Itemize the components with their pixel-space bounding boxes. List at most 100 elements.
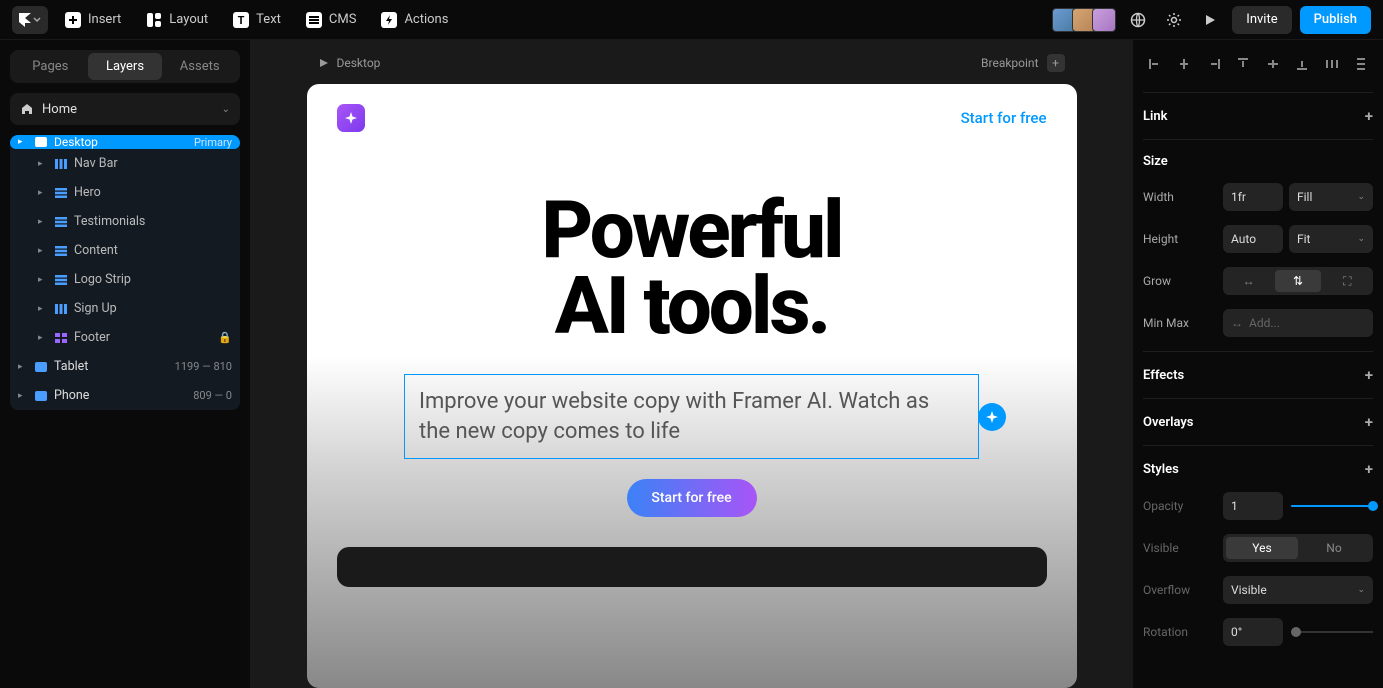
align-top-icon[interactable] — [1233, 54, 1253, 74]
layer-row[interactable]: ▸DesktopPrimary — [10, 135, 240, 149]
add-link-button[interactable]: + — [1365, 107, 1373, 125]
hero-title: Powerful AI tools. — [337, 192, 1047, 344]
distribute-h-icon[interactable] — [1322, 54, 1342, 74]
layer-row[interactable]: ▸Footer🔒 — [10, 323, 240, 352]
effects-section: Effects+ — [1143, 366, 1373, 384]
distribute-v-icon[interactable] — [1351, 54, 1371, 74]
sparkle-icon — [985, 410, 999, 424]
rotation-input[interactable]: 0° — [1223, 618, 1283, 646]
opacity-slider[interactable] — [1291, 505, 1373, 507]
layer-tree: ▸DesktopPrimary▸Nav Bar▸Hero▸Testimonial… — [10, 135, 240, 410]
topbar: Insert Layout T Text CMS Actions Invite … — [0, 0, 1383, 40]
gear-icon — [1166, 12, 1182, 28]
grow-both-icon[interactable]: ⛶ — [1325, 270, 1370, 292]
layer-row[interactable]: ▸Content — [10, 236, 240, 265]
plus-icon — [64, 11, 82, 29]
add-breakpoint-button[interactable]: + — [1047, 54, 1065, 72]
overflow-select[interactable]: Visible⌄ — [1223, 576, 1373, 604]
left-panel: Pages Layers Assets Home ⌄ ▸DesktopPrima… — [0, 40, 250, 688]
viewport-bar: Desktop Breakpoint + — [307, 48, 1077, 78]
lightning-icon — [380, 11, 398, 29]
layer-row[interactable]: ▸Logo Strip — [10, 265, 240, 294]
home-icon — [20, 102, 34, 116]
tab-pages[interactable]: Pages — [13, 53, 88, 80]
layer-row[interactable]: ▸Sign Up — [10, 294, 240, 323]
rotation-slider[interactable] — [1291, 631, 1373, 633]
layout-icon — [145, 11, 163, 29]
minmax-row: Min Max ↔Add... — [1143, 309, 1373, 337]
panel-tabs: Pages Layers Assets — [10, 50, 240, 83]
canvas[interactable]: Desktop Breakpoint + Start for free Powe… — [250, 40, 1133, 688]
visible-toggle: Yes No — [1223, 534, 1373, 562]
width-input[interactable]: 1fr — [1223, 183, 1283, 211]
desktop-frame[interactable]: Start for free Powerful AI tools. Improv… — [307, 84, 1077, 688]
grow-buttons: ↔ ⇅ ⛶ — [1223, 267, 1373, 295]
overflow-row: Overflow Visible⌄ — [1143, 576, 1373, 604]
nav-cta[interactable]: Start for free — [961, 109, 1047, 127]
width-mode-select[interactable]: Fill⌄ — [1289, 183, 1373, 211]
add-style-button[interactable]: + — [1365, 460, 1373, 478]
visible-row: Visible Yes No — [1143, 534, 1373, 562]
chevron-down-icon — [33, 17, 41, 23]
insert-button[interactable]: Insert — [56, 6, 129, 34]
align-right-icon[interactable] — [1204, 54, 1224, 74]
site-logo — [337, 104, 365, 132]
cms-button[interactable]: CMS — [297, 6, 365, 34]
alignment-row — [1143, 50, 1373, 78]
visible-yes[interactable]: Yes — [1226, 537, 1298, 559]
play-icon[interactable] — [319, 58, 329, 68]
height-input[interactable]: Auto — [1223, 225, 1283, 253]
height-mode-select[interactable]: Fit⌄ — [1289, 225, 1373, 253]
grow-h-icon[interactable]: ↔ — [1226, 270, 1271, 292]
invite-button[interactable]: Invite — [1232, 6, 1291, 34]
globe-icon — [1130, 12, 1146, 28]
add-effect-button[interactable]: + — [1365, 366, 1373, 384]
play-icon — [1203, 13, 1217, 27]
tab-layers[interactable]: Layers — [88, 53, 163, 80]
hero-cta-button[interactable]: Start for free — [627, 479, 757, 517]
avatar — [1092, 8, 1116, 32]
play-button[interactable] — [1196, 6, 1224, 34]
align-center-h-icon[interactable] — [1174, 54, 1194, 74]
ai-badge[interactable] — [978, 403, 1006, 431]
collaborator-avatars[interactable] — [1056, 8, 1116, 32]
width-row: Width 1frFill⌄ — [1143, 183, 1373, 211]
layer-row[interactable]: ▸Nav Bar — [10, 149, 240, 178]
layer-row[interactable]: ▸Tablet1199 — 810 — [10, 352, 240, 381]
add-overlay-button[interactable]: + — [1365, 413, 1373, 431]
main: Pages Layers Assets Home ⌄ ▸DesktopPrima… — [0, 40, 1383, 688]
framer-icon — [19, 13, 31, 27]
actions-button[interactable]: Actions — [372, 6, 456, 34]
settings-button[interactable] — [1160, 6, 1188, 34]
publish-button[interactable]: Publish — [1300, 6, 1371, 34]
globe-button[interactable] — [1124, 6, 1152, 34]
hero-subtitle-selected[interactable]: Improve your website copy with Framer AI… — [404, 374, 979, 459]
opacity-input[interactable]: 1 — [1223, 492, 1283, 520]
rotation-row: Rotation 0° — [1143, 618, 1373, 646]
page-selector[interactable]: Home ⌄ — [10, 93, 240, 125]
align-left-icon[interactable] — [1145, 54, 1165, 74]
link-section: Link+ — [1143, 107, 1373, 125]
chevron-down-icon: ⌄ — [222, 104, 230, 115]
text-button[interactable]: T Text — [224, 6, 289, 34]
layer-row[interactable]: ▸Testimonials — [10, 207, 240, 236]
grow-row: Grow ↔ ⇅ ⛶ — [1143, 267, 1373, 295]
cms-icon — [305, 11, 323, 29]
layout-button[interactable]: Layout — [137, 6, 216, 34]
frame-nav: Start for free — [337, 104, 1047, 132]
tab-assets[interactable]: Assets — [162, 53, 237, 80]
minmax-input[interactable]: ↔Add... — [1223, 309, 1373, 337]
align-bottom-icon[interactable] — [1292, 54, 1312, 74]
text-icon: T — [232, 11, 250, 29]
framer-logo-button[interactable] — [12, 6, 48, 34]
content-block — [337, 547, 1047, 587]
layer-row[interactable]: ▸Hero — [10, 178, 240, 207]
height-row: Height AutoFit⌄ — [1143, 225, 1373, 253]
align-center-v-icon[interactable] — [1263, 54, 1283, 74]
layer-row[interactable]: ▸Phone809 — 0 — [10, 381, 240, 410]
size-section: Size — [1143, 154, 1373, 169]
grow-v-icon[interactable]: ⇅ — [1275, 270, 1320, 292]
svg-text:T: T — [238, 14, 245, 27]
visible-no[interactable]: No — [1298, 537, 1370, 559]
opacity-row: Opacity 1 — [1143, 492, 1373, 520]
